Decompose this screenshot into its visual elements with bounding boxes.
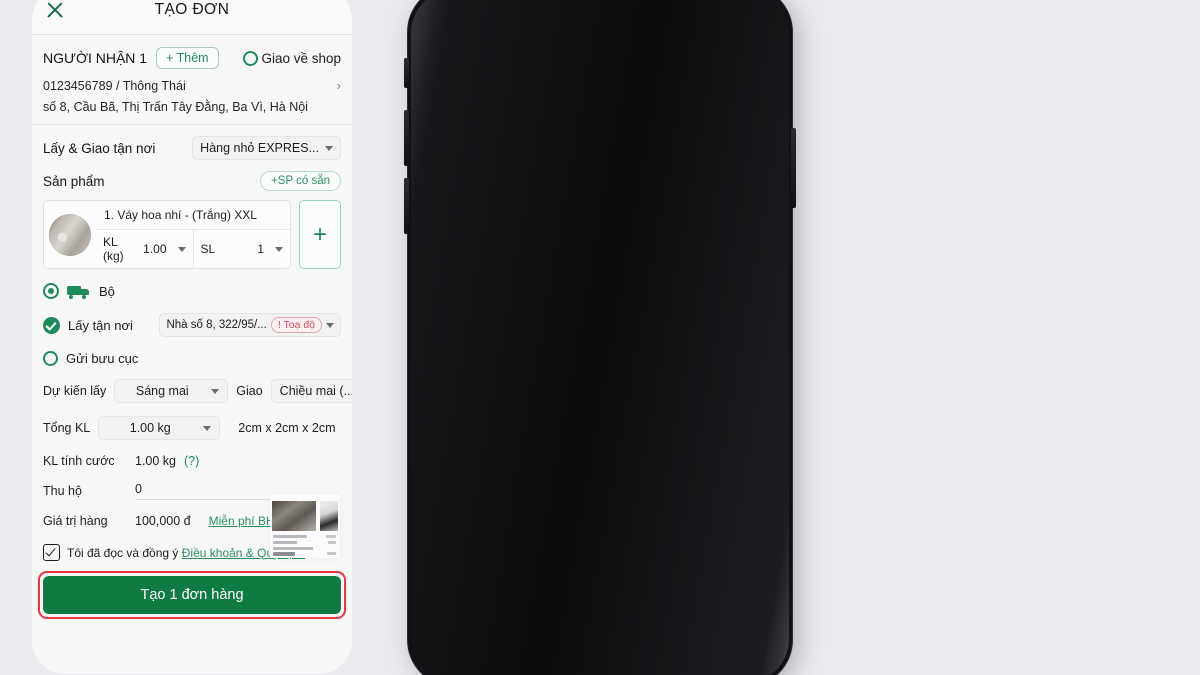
chevron-right-icon[interactable]: › xyxy=(337,78,341,93)
page-title: TẠO ĐƠN xyxy=(154,1,230,18)
charged-weight-label: KL tính cước xyxy=(43,454,115,468)
post-office-row[interactable]: Gửi bưu cục xyxy=(43,351,341,366)
receiver-address: số 8, Cầu Bã, Thị Trấn Tây Đằng, Ba Vì, … xyxy=(43,100,308,114)
check-circle-icon[interactable] xyxy=(43,316,60,334)
radio-unselected-icon[interactable] xyxy=(243,50,259,66)
products-row: Sản phẩm +SP có sẵn xyxy=(43,171,341,191)
product-weight-field[interactable]: KL (kg) 1.00 xyxy=(96,230,193,268)
charged-weight-row: KL tính cước 1.00 kg (?) xyxy=(43,454,341,468)
add-product-button[interactable]: + xyxy=(299,200,341,269)
coordinate-warning-badge[interactable]: ! Toạ độ xyxy=(270,317,322,333)
phone-volume-down-button[interactable] xyxy=(404,178,409,234)
products-label: Sản phẩm xyxy=(43,173,105,189)
product-card: 1. Váy hoa nhí - (Trắng) XXL KL (kg) 1.0… xyxy=(43,200,291,269)
receiver-header-row: NGƯỜI NHẬN 1 + Thêm Giao về shop xyxy=(43,35,341,69)
pickup-address-value: Nhà số 8, 322/95/... xyxy=(166,319,267,331)
pickup-time-value: Sáng mai xyxy=(135,384,189,398)
charged-weight-value: 1.00 kg xyxy=(135,454,177,468)
total-weight-select[interactable]: 1.00 kg xyxy=(98,416,221,440)
ship-to-shop-option[interactable]: Giao về shop xyxy=(243,50,341,66)
package-dimensions: 2cm x 2cm x 2cm xyxy=(238,421,336,435)
post-office-label: Gửi bưu cục xyxy=(66,351,139,366)
screenshot-stage: TẠO ĐƠN NGƯỜI NHẬN 1 + Thêm Giao về shop… xyxy=(0,0,1200,675)
phone-silent-switch[interactable] xyxy=(404,58,409,88)
product-weight-value: 1.00 xyxy=(143,242,167,256)
chevron-down-icon[interactable] xyxy=(325,146,333,151)
product-quantity-label: SL xyxy=(200,242,216,256)
pickup-at-door-row[interactable]: Lấy tận nơi Nhà số 8, 322/95/... ! Toạ đ… xyxy=(43,313,341,337)
total-weight-row: Tổng KL 1.00 kg 2cm x 2cm x 2cm xyxy=(43,416,341,440)
pickup-mode-row[interactable]: Bộ xyxy=(43,283,341,299)
deliver-time-select[interactable]: Chiều mai (... xyxy=(270,379,352,403)
radio-unselected-icon[interactable] xyxy=(43,351,58,366)
total-weight-value: 1.00 kg xyxy=(129,421,171,435)
chevron-down-icon[interactable] xyxy=(326,323,334,328)
product-listing-preview xyxy=(270,494,340,558)
phone-frame xyxy=(408,0,792,675)
service-row: Lấy & Giao tận nơi Hàng nhỏ EXPRES... xyxy=(43,136,341,160)
agreement-text: Tôi đã đọc và đồng ý xyxy=(67,545,182,560)
ship-to-shop-label: Giao về shop xyxy=(261,50,341,66)
pickup-time-select[interactable]: Sáng mai xyxy=(114,379,229,403)
product-name[interactable]: 1. Váy hoa nhí - (Trắng) XXL xyxy=(96,201,290,230)
deliver-time-label: Giao xyxy=(236,384,263,398)
chevron-down-icon[interactable] xyxy=(203,426,212,431)
create-order-button[interactable]: Tạo 1 đơn hàng xyxy=(43,576,341,614)
phone-screen: TẠO ĐƠN NGƯỜI NHẬN 1 + Thêm Giao về shop… xyxy=(32,0,352,674)
pickup-address-select[interactable]: Nhà số 8, 322/95/... ! Toạ độ xyxy=(159,313,341,337)
receiver-title: NGƯỜI NHẬN 1 xyxy=(43,50,148,66)
chevron-down-icon[interactable] xyxy=(177,247,186,252)
chevron-down-icon[interactable] xyxy=(211,389,220,394)
product-quantity-field[interactable]: SL 1 xyxy=(192,230,291,268)
radio-selected-icon[interactable] xyxy=(43,283,59,299)
service-label: Lấy & Giao tận nơi xyxy=(43,140,156,156)
pickup-time-label: Dự kiến lấy xyxy=(43,384,107,398)
preview-image-main xyxy=(272,501,316,531)
total-weight-label: Tổng KL xyxy=(43,421,91,435)
schedule-row: Dự kiến lấy Sáng mai Giao Chiều mai (... xyxy=(43,379,352,403)
product-weight-label: KL (kg) xyxy=(103,235,124,263)
product-image xyxy=(49,213,91,256)
pickup-mode-label: Bộ xyxy=(99,283,115,299)
add-receiver-button[interactable]: + Thêm xyxy=(156,47,219,69)
truck-icon xyxy=(67,285,91,299)
charged-weight-help-icon[interactable]: (?) xyxy=(184,454,199,468)
chevron-down-icon[interactable] xyxy=(275,247,283,252)
agreement-checkbox[interactable] xyxy=(43,544,60,561)
phone-volume-up-button[interactable] xyxy=(404,110,409,166)
deliver-time-value: Chiều mai (... xyxy=(279,384,352,398)
service-select-value: Hàng nhỏ EXPRES... xyxy=(200,141,319,155)
product-quantity-value: 1 xyxy=(257,242,264,256)
close-icon[interactable] xyxy=(44,0,66,21)
cod-label: Thu hộ xyxy=(43,484,82,498)
app-body: NGƯỜI NHẬN 1 + Thêm Giao về shop 0123456… xyxy=(32,35,352,674)
receiver-phone-name: 0123456789 / Thông Thái xyxy=(43,78,186,93)
receiver-contact-row[interactable]: 0123456789 / Thông Thái › xyxy=(43,78,341,93)
phone-power-button[interactable] xyxy=(791,128,796,208)
product-fields: KL (kg) 1.00 SL 1 xyxy=(96,230,290,268)
app-topbar: TẠO ĐƠN xyxy=(32,0,352,35)
service-select[interactable]: Hàng nhỏ EXPRES... xyxy=(192,136,341,160)
product-thumbnail[interactable] xyxy=(44,201,96,268)
pickup-at-door-label: Lấy tận nơi xyxy=(68,317,133,333)
divider xyxy=(32,124,352,125)
goods-value-amount[interactable]: 100,000 đ xyxy=(135,514,191,528)
create-order-app: TẠO ĐƠN NGƯỜI NHẬN 1 + Thêm Giao về shop… xyxy=(32,0,352,674)
preview-image-side xyxy=(320,501,338,531)
available-products-button[interactable]: +SP có sẵn xyxy=(260,171,341,191)
goods-value-label: Giá trị hàng xyxy=(43,514,108,528)
product-item-wrapper: 1. Váy hoa nhí - (Trắng) XXL KL (kg) 1.0… xyxy=(43,200,341,269)
product-details: 1. Váy hoa nhí - (Trắng) XXL KL (kg) 1.0… xyxy=(96,201,290,268)
cta-highlight-box: Tạo 1 đơn hàng xyxy=(38,571,346,619)
